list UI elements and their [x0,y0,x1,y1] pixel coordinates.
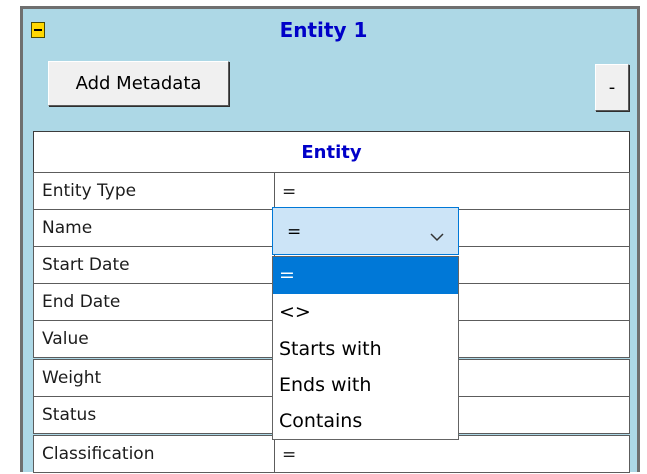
chevron-down-icon [430,227,444,246]
table-row: Classification = [33,435,630,473]
option-not-equals[interactable]: <> [273,294,458,331]
name-operator-select[interactable]: = [272,207,459,255]
add-metadata-button[interactable]: Add Metadata [48,61,229,106]
table-header: Entity [33,131,630,173]
row-operator[interactable]: = [282,173,296,209]
remove-button[interactable]: - [595,64,629,111]
row-operator[interactable]: = [282,436,296,472]
table-row: Entity Type = [33,172,630,210]
row-label: Weight [34,360,275,396]
option-ends-with[interactable]: Ends with [273,367,458,404]
row-label: End Date [34,284,275,320]
entity-title: Entity 1 [279,18,368,42]
row-label: Name [34,210,275,246]
option-contains[interactable]: Contains [273,403,458,440]
row-label: Start Date [34,247,275,283]
row-label: Entity Type [34,173,275,209]
row-label: Classification [34,436,275,472]
operator-dropdown[interactable]: = <> Starts with Ends with Contains [272,256,459,440]
option-equals[interactable]: = [273,257,458,294]
row-label: Status [34,397,275,433]
name-operator-value: = [287,222,302,242]
option-starts-with[interactable]: Starts with [273,331,458,368]
row-label: Value [34,321,275,357]
